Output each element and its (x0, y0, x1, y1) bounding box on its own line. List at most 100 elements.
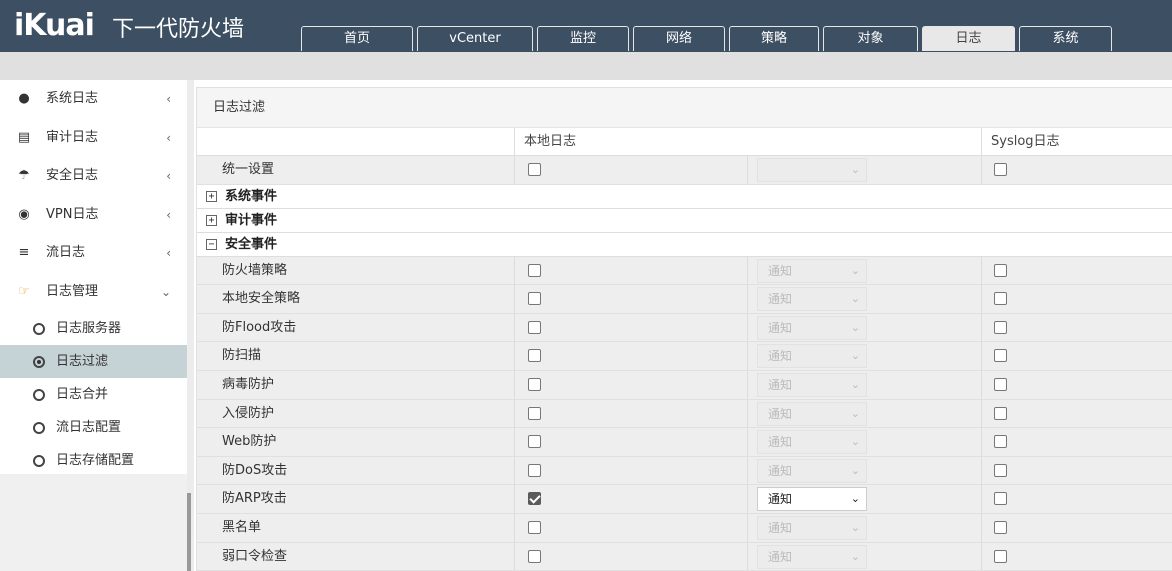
level-select[interactable]: 通知 ⌄ (757, 372, 867, 397)
group-security-events[interactable]: − 安全事件 (197, 232, 1172, 257)
level-select[interactable]: 通知 ⌄ (757, 258, 867, 283)
hand-pointer-icon: ☞ (18, 283, 30, 299)
table-header: 本地日志 Syslog日志 (197, 128, 1172, 156)
row-label: 防火墙策略 (222, 262, 288, 278)
column-header-syslog: Syslog日志 (981, 128, 1060, 156)
syslog-checkbox[interactable] (994, 520, 1007, 534)
sidebar-empty-area (0, 474, 187, 571)
chevron-down-icon: ⌄ (850, 549, 860, 563)
sidebar-item-flow-log[interactable]: ≡ 流日志 ‹ (0, 234, 187, 273)
row-label: 黑名单 (222, 519, 262, 535)
level-select[interactable]: 通知 ⌄ (757, 401, 867, 426)
sidebar-subitem-flow-log-config[interactable]: 流日志配置 (0, 411, 187, 444)
local-log-checkbox[interactable] (528, 263, 541, 277)
tab-log[interactable]: 日志 (922, 26, 1015, 51)
sidebar-item-label: 日志管理 (46, 283, 99, 299)
expand-icon[interactable]: + (206, 214, 217, 226)
radio-icon (33, 322, 45, 335)
sidebar-scrollbar-thumb[interactable] (187, 493, 191, 571)
local-log-checkbox[interactable] (528, 435, 541, 449)
unified-syslog-checkbox[interactable] (994, 163, 1007, 176)
tab-home[interactable]: 首页 (301, 26, 413, 51)
sidebar-subitem-log-server[interactable]: 日志服务器 (0, 312, 187, 345)
table-row: 防Flood攻击 通知 ⌄ (197, 313, 1172, 343)
sidebar-item-audit-log[interactable]: ▤ 审计日志 ‹ (0, 119, 187, 158)
level-select-value: 通知 (768, 520, 793, 535)
level-select[interactable]: 通知 ⌄ (757, 544, 867, 569)
chevron-left-icon: ‹ (166, 207, 171, 222)
local-log-checkbox[interactable] (528, 492, 541, 506)
sliders-icon: ≡ (18, 245, 30, 261)
level-select[interactable]: 通知 ⌄ (757, 344, 867, 369)
level-select[interactable]: 通知 ⌄ (757, 315, 867, 340)
local-log-checkbox[interactable] (528, 463, 541, 477)
level-select[interactable]: 通知 ⌄ (757, 487, 867, 512)
syslog-checkbox[interactable] (994, 263, 1007, 277)
list-icon: ▤ (17, 129, 31, 145)
chevron-down-icon: ⌄ (850, 406, 860, 420)
level-select-value: 通知 (768, 435, 793, 450)
local-log-checkbox[interactable] (528, 406, 541, 420)
tab-object[interactable]: 对象 (823, 26, 918, 51)
syslog-checkbox[interactable] (994, 549, 1007, 563)
local-log-checkbox[interactable] (528, 292, 541, 306)
sidebar-subitem-log-storage-config[interactable]: 日志存储配置 (0, 444, 187, 477)
sidebar-item-log-management[interactable]: ☞ 日志管理 ⌄ (0, 273, 187, 312)
level-select[interactable]: 通知 ⌄ (757, 287, 867, 312)
row-label: Web防护 (222, 434, 277, 450)
syslog-checkbox[interactable] (994, 292, 1007, 306)
security-event-rows: 防火墙策略 通知 ⌄ 本地安全策略 通知 ⌄ 防Flood攻击 通知 ⌄ 防扫描 通知 ⌄ 病毒防护 通知… (197, 256, 1172, 570)
sidebar-subitem-label: 日志过滤 (56, 353, 109, 369)
tab-system[interactable]: 系统 (1019, 26, 1112, 51)
local-log-checkbox[interactable] (528, 549, 541, 563)
level-select[interactable]: 通知 ⌄ (757, 430, 867, 455)
tab-policy[interactable]: 策略 (729, 26, 819, 51)
collapse-icon[interactable]: − (206, 238, 217, 250)
level-select[interactable]: 通知 ⌄ (757, 515, 867, 540)
local-log-checkbox[interactable] (528, 320, 541, 334)
unified-level-select[interactable]: ⌄ (757, 158, 867, 182)
level-select-value: 通知 (768, 406, 793, 421)
level-select[interactable]: 通知 ⌄ (757, 458, 867, 483)
tab-vcenter[interactable]: vCenter (417, 26, 533, 51)
local-log-checkbox[interactable] (528, 349, 541, 363)
sidebar-subitem-log-merge[interactable]: 日志合并 (0, 378, 187, 411)
local-log-checkbox[interactable] (528, 520, 541, 534)
level-select-value: 通知 (768, 292, 793, 307)
syslog-checkbox[interactable] (994, 349, 1007, 363)
sidebar-item-label: 安全日志 (46, 168, 99, 184)
row-label: 防ARP攻击 (222, 491, 287, 507)
syslog-checkbox[interactable] (994, 435, 1007, 449)
radio-icon (33, 388, 45, 401)
row-label: 防扫描 (222, 348, 262, 364)
row-label: 防DoS攻击 (222, 462, 288, 478)
sidebar-subitem-log-filter[interactable]: 日志过滤 (0, 344, 187, 378)
chevron-left-icon: ‹ (166, 246, 171, 261)
syslog-checkbox[interactable] (994, 406, 1007, 420)
syslog-checkbox[interactable] (994, 492, 1007, 506)
sidebar-item-label: 流日志 (46, 245, 86, 261)
row-label: 病毒防护 (222, 376, 275, 392)
tab-monitor[interactable]: 监控 (537, 26, 629, 51)
sidebar-item-vpn-log[interactable]: ◉ VPN日志 ‹ (0, 196, 187, 235)
table-row: 弱口令检查 通知 ⌄ (197, 542, 1172, 570)
chevron-down-icon: ⌄ (850, 463, 860, 477)
sidebar-item-system-log[interactable]: ● 系统日志 ‹ (0, 80, 187, 119)
unified-local-checkbox[interactable] (528, 163, 541, 176)
group-audit-events[interactable]: + 审计事件 (197, 208, 1172, 233)
unified-setting-row: 统一设置 ⌄ (197, 156, 1172, 185)
local-log-checkbox[interactable] (528, 377, 541, 391)
sidebar-subitem-label: 日志合并 (56, 386, 109, 402)
group-system-events[interactable]: + 系统事件 (197, 184, 1172, 209)
table-row: 防扫描 通知 ⌄ (197, 342, 1172, 371)
row-label: 防Flood攻击 (222, 319, 297, 335)
tag-icon: ● (18, 91, 30, 106)
sidebar-item-security-log[interactable]: ☂ 安全日志 ‹ (0, 157, 187, 196)
level-select-value: 通知 (768, 463, 793, 478)
tab-network[interactable]: 网络 (633, 26, 725, 51)
level-select-value: 通知 (768, 549, 793, 564)
syslog-checkbox[interactable] (994, 320, 1007, 334)
syslog-checkbox[interactable] (994, 377, 1007, 391)
syslog-checkbox[interactable] (994, 463, 1007, 477)
expand-icon[interactable]: + (206, 190, 217, 202)
